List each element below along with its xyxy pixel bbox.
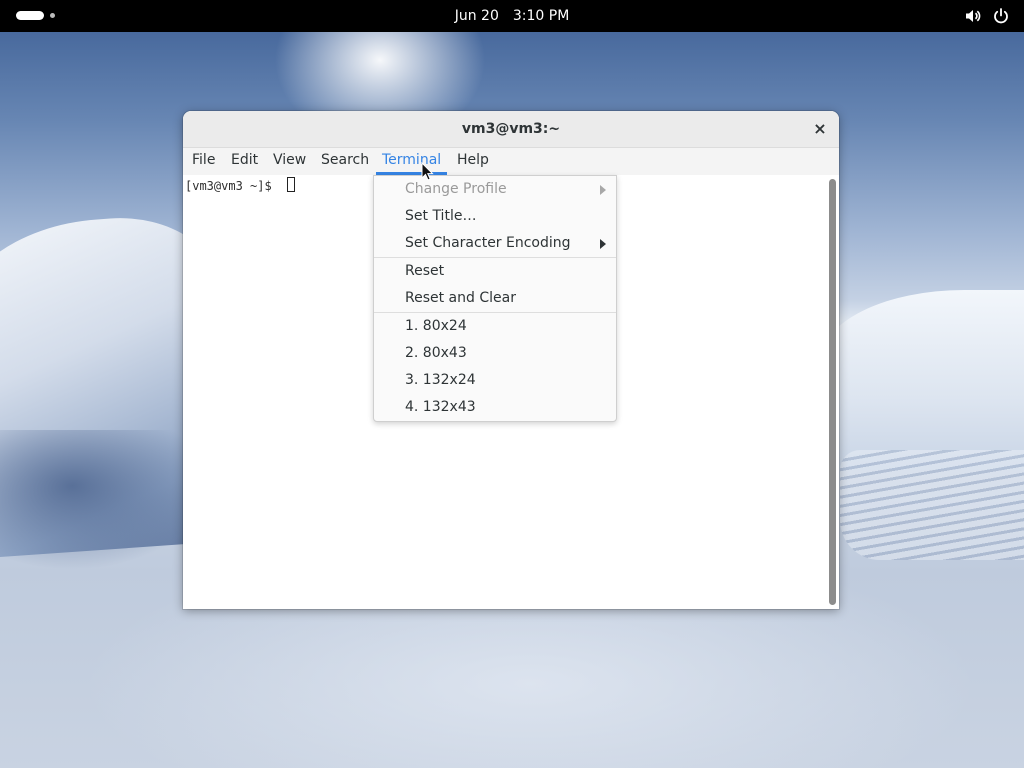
snow-shadow [0, 430, 210, 570]
menu-item-size-80x24[interactable]: 1. 80x24 [374, 313, 616, 340]
menu-item-size-132x43[interactable]: 4. 132x43 [374, 394, 616, 421]
menu-item-reset[interactable]: Reset [374, 258, 616, 285]
menu-edit[interactable]: Edit [225, 148, 264, 175]
top-bar: Jun 20 3:10 PM [0, 0, 1024, 32]
terminal-menu-dropdown: Change Profile Set Title… Set Character … [373, 175, 617, 422]
menu-help[interactable]: Help [451, 148, 495, 175]
menu-item-reset-and-clear[interactable]: Reset and Clear [374, 285, 616, 312]
close-icon[interactable]: × [811, 120, 829, 138]
snow-drift-right [820, 290, 1024, 470]
clock-date[interactable]: Jun 20 [455, 8, 499, 24]
clock-time[interactable]: 3:10 PM [513, 8, 569, 24]
workspace-active-indicator [16, 11, 44, 20]
snow-tracks [840, 450, 1024, 560]
clock: Jun 20 3:10 PM [0, 0, 1024, 32]
menu-item-label: Set Title… [405, 208, 477, 224]
window-title: vm3@vm3:~ [461, 121, 561, 137]
mouse-pointer-icon [421, 162, 434, 181]
menu-item-label: 4. 132x43 [405, 399, 476, 415]
menu-item-change-profile[interactable]: Change Profile [374, 176, 616, 203]
submenu-arrow-icon [600, 185, 606, 195]
menu-bar: File Edit View Search Terminal Help [183, 148, 839, 175]
system-tray[interactable] [964, 7, 1010, 25]
menu-terminal[interactable]: Terminal [376, 148, 448, 175]
menu-item-label: 2. 80x43 [405, 345, 467, 361]
text-cursor [287, 177, 295, 192]
workspace-indicator [50, 13, 55, 18]
menu-item-size-132x24[interactable]: 3. 132x24 [374, 367, 616, 394]
menu-view[interactable]: View [267, 148, 312, 175]
menu-item-set-character-encoding[interactable]: Set Character Encoding [374, 230, 616, 257]
menu-file[interactable]: File [186, 148, 221, 175]
menu-item-size-80x43[interactable]: 2. 80x43 [374, 340, 616, 367]
power-icon[interactable] [992, 7, 1010, 25]
menu-item-label: 1. 80x24 [405, 318, 467, 334]
submenu-arrow-icon [600, 239, 606, 249]
menu-item-label: Reset [405, 263, 445, 279]
menu-item-label: 3. 132x24 [405, 372, 476, 388]
window-titlebar[interactable]: vm3@vm3:~ × [183, 111, 839, 148]
scrollbar[interactable] [829, 179, 836, 605]
menu-search[interactable]: Search [315, 148, 375, 175]
menu-item-label: Set Character Encoding [405, 235, 571, 251]
menu-item-set-title[interactable]: Set Title… [374, 203, 616, 230]
shell-prompt: [vm3@vm3 ~]$ [185, 179, 272, 193]
volume-icon[interactable] [964, 7, 982, 25]
menu-item-label: Change Profile [405, 181, 507, 197]
menu-item-label: Reset and Clear [405, 290, 516, 306]
activities-button[interactable] [16, 11, 55, 21]
